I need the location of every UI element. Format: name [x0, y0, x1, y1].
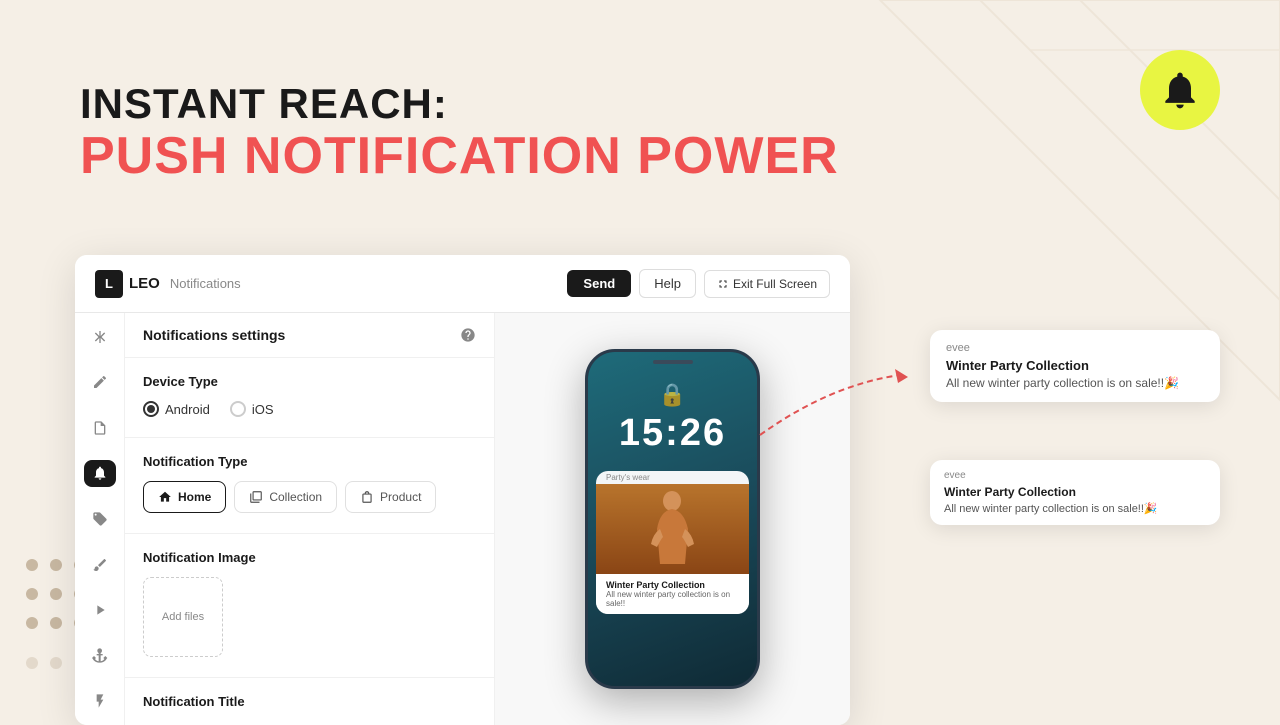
help-button[interactable]: Help	[639, 269, 696, 298]
radio-ios[interactable]: iOS	[230, 401, 274, 417]
fullscreen-label: Exit Full Screen	[733, 277, 817, 291]
app-window: L LEO Notifications Send Help Exit Full …	[75, 255, 850, 725]
notif-type-product[interactable]: Product	[345, 481, 436, 513]
phone-card-subtitle: All new winter party collection is on sa…	[606, 590, 739, 608]
phone-mockup: 🔒 15:26 Party's wear	[585, 349, 760, 689]
bell-icon-container	[1140, 50, 1220, 130]
notif-type-collection[interactable]: Collection	[234, 481, 337, 513]
notif-card-2-title: Winter Party Collection	[944, 485, 1206, 499]
radio-android[interactable]: Android	[143, 401, 210, 417]
phone-card-title-area: Winter Party Collection All new winter p…	[596, 574, 749, 614]
divider-1	[125, 437, 494, 438]
product-icon	[360, 490, 374, 504]
notif-card-2-body: All new winter party collection is on sa…	[944, 502, 1206, 515]
phone-notch	[653, 360, 693, 364]
sidebar-nav	[75, 313, 125, 725]
add-files-label: Add files	[162, 611, 204, 623]
phone-card-tag: Party's wear	[596, 471, 749, 484]
notif-type-collection-label: Collection	[269, 490, 322, 504]
notif-card-1-app: evee	[946, 342, 1204, 354]
phone-card-woman-figure	[596, 484, 749, 574]
notification-card-2-content: evee Winter Party Collection All new win…	[930, 460, 1220, 525]
divider-2	[125, 533, 494, 534]
notif-card-2-app: evee	[944, 470, 1206, 481]
phone-time: 15:26	[619, 412, 726, 455]
device-type-label: Device Type	[143, 374, 476, 389]
notif-type-product-label: Product	[380, 490, 421, 504]
app-body: Notifications settings Device Type Andro…	[75, 313, 850, 725]
radio-ios-label: iOS	[252, 402, 274, 417]
app-brand: LEO	[129, 275, 160, 292]
phone-area: 🔒 15:26 Party's wear	[495, 313, 850, 725]
notification-card-1-content: evee Winter Party Collection All new win…	[930, 330, 1220, 402]
fullscreen-button[interactable]: Exit Full Screen	[704, 270, 830, 298]
sidebar-icon-anchor[interactable]	[84, 642, 116, 670]
settings-body: Device Type Android iOS Notifica	[125, 358, 494, 725]
notification-title-label: Notification Title	[143, 694, 476, 709]
radio-android-inner	[147, 405, 155, 413]
notification-card-1: evee Winter Party Collection All new win…	[930, 330, 1220, 402]
settings-panel: Notifications settings Device Type Andro…	[125, 313, 495, 725]
headline: INSTANT REACH: PUSH NOTIFICATION POWER	[80, 80, 839, 185]
headline-line1: INSTANT REACH:	[80, 80, 839, 128]
settings-panel-header: Notifications settings	[125, 313, 494, 358]
sidebar-icon-asterisk[interactable]	[84, 323, 116, 351]
notif-card-1-body: All new winter party collection is on sa…	[946, 376, 1204, 390]
app-logo: L	[95, 270, 123, 298]
sidebar-icon-bell[interactable]	[84, 460, 116, 488]
notification-type-label: Notification Type	[143, 454, 476, 469]
phone-notification-card: Party's wear	[596, 471, 749, 614]
device-type-radio-group: Android iOS	[143, 401, 476, 417]
notification-card-2: evee Winter Party Collection All new win…	[930, 460, 1220, 525]
notif-type-home[interactable]: Home	[143, 481, 226, 513]
image-upload-area[interactable]: Add files	[143, 577, 223, 657]
dots-decoration-bottom	[20, 651, 68, 680]
divider-3	[125, 677, 494, 678]
radio-android-outer	[143, 401, 159, 417]
app-section-label: Notifications	[170, 276, 241, 291]
notification-type-group: Home Collection Product	[143, 481, 476, 513]
bell-icon	[1158, 68, 1202, 112]
headline-line2: PUSH NOTIFICATION POWER	[80, 128, 839, 185]
notif-type-home-label: Home	[178, 490, 211, 504]
help-circle-icon	[460, 327, 476, 343]
app-header: L LEO Notifications Send Help Exit Full …	[75, 255, 850, 313]
radio-android-label: Android	[165, 402, 210, 417]
phone-screen: 🔒 15:26 Party's wear	[588, 352, 757, 686]
notification-image-label: Notification Image	[143, 550, 476, 565]
sidebar-icon-edit[interactable]	[84, 369, 116, 397]
sidebar-icon-play[interactable]	[84, 596, 116, 624]
radio-ios-outer	[230, 401, 246, 417]
collection-icon	[249, 490, 263, 504]
phone-card-title: Winter Party Collection	[606, 580, 739, 590]
sidebar-icon-pen[interactable]	[84, 551, 116, 579]
phone-lock-icon: 🔒	[659, 382, 686, 408]
settings-title: Notifications settings	[143, 327, 285, 343]
home-icon	[158, 490, 172, 504]
sidebar-icon-tag[interactable]	[84, 505, 116, 533]
send-button[interactable]: Send	[567, 270, 631, 297]
sidebar-icon-file[interactable]	[84, 414, 116, 442]
sidebar-icon-lightning[interactable]	[84, 688, 116, 716]
fullscreen-icon	[717, 278, 729, 290]
phone-card-image	[596, 484, 749, 574]
notif-card-1-title: Winter Party Collection	[946, 358, 1204, 373]
